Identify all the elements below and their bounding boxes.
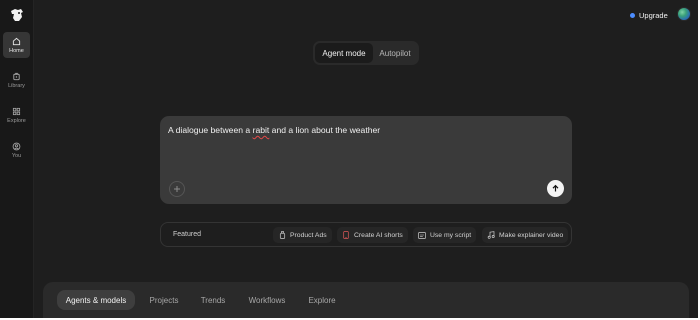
- tab-projects[interactable]: Projects: [143, 290, 185, 310]
- avatar[interactable]: [677, 7, 691, 21]
- home-icon: [12, 36, 22, 46]
- sidebar-item-explore[interactable]: Explore: [3, 102, 30, 128]
- bottle-icon: [278, 231, 286, 239]
- chip-create-ai-shorts[interactable]: Create AI shorts: [337, 227, 408, 243]
- library-icon: [12, 71, 22, 81]
- upgrade-label: Upgrade: [639, 10, 668, 20]
- arrow-up-icon: [551, 180, 560, 198]
- chip-label: Create AI shorts: [354, 231, 403, 239]
- sidebar-item-home[interactable]: Home: [3, 32, 30, 58]
- tab-workflows[interactable]: Workflows: [242, 290, 292, 310]
- tab-trends[interactable]: Trends: [195, 290, 231, 310]
- tab-autopilot[interactable]: Autopilot: [373, 43, 417, 63]
- tab-agents-models[interactable]: Agents & models: [57, 290, 135, 310]
- prompt-text-after: and a lion about the weather: [269, 125, 381, 135]
- upgrade-dot-icon: [630, 12, 635, 18]
- script-icon: [418, 231, 426, 239]
- sidebar: Home Library Explore You: [0, 0, 34, 318]
- sidebar-item-label: Home: [9, 48, 24, 54]
- sidebar-item-library[interactable]: Library: [3, 67, 30, 93]
- chip-make-explainer-video[interactable]: Make explainer video: [482, 227, 569, 243]
- misspelled-word[interactable]: rabit: [253, 125, 270, 135]
- plus-icon: [173, 180, 181, 198]
- upgrade-button[interactable]: Upgrade: [630, 9, 668, 21]
- sidebar-item-label: Library: [8, 83, 25, 89]
- prompt-text-before: A dialogue between a: [168, 125, 253, 135]
- sidebar-item-label: Explore: [7, 118, 26, 124]
- music-note-icon: [487, 231, 495, 239]
- prompt-box[interactable]: A dialogue between a rabit and a lion ab…: [160, 116, 572, 204]
- chip-product-ads[interactable]: Product Ads: [273, 227, 332, 243]
- prompt-input[interactable]: A dialogue between a rabit and a lion ab…: [168, 125, 380, 135]
- tab-agent-mode[interactable]: Agent mode: [315, 43, 373, 63]
- featured-label: Featured: [173, 231, 202, 238]
- bottom-tabs-panel: Agents & models Projects Trends Workflow…: [43, 282, 689, 318]
- grid-icon: [12, 106, 22, 116]
- featured-bar: Featured Product Ads Create AI shorts Us…: [160, 222, 572, 247]
- tab-explore[interactable]: Explore: [303, 290, 341, 310]
- chip-label: Product Ads: [290, 231, 327, 239]
- send-button[interactable]: [547, 180, 564, 197]
- sidebar-item-label: You: [11, 153, 22, 159]
- phone-icon: [342, 231, 350, 239]
- add-attachment-button[interactable]: [169, 181, 185, 197]
- chip-label: Make explainer video: [499, 231, 564, 239]
- chip-label: Use my script: [430, 231, 472, 239]
- user-icon: [12, 141, 22, 151]
- chip-use-my-script[interactable]: Use my script: [413, 227, 477, 243]
- dog-head-logo[interactable]: [8, 7, 26, 23]
- sidebar-item-you[interactable]: You: [3, 137, 30, 163]
- mode-switch: Agent mode Autopilot: [313, 41, 419, 65]
- app-window: Home Library Explore You Upgrade Agent m…: [0, 0, 698, 318]
